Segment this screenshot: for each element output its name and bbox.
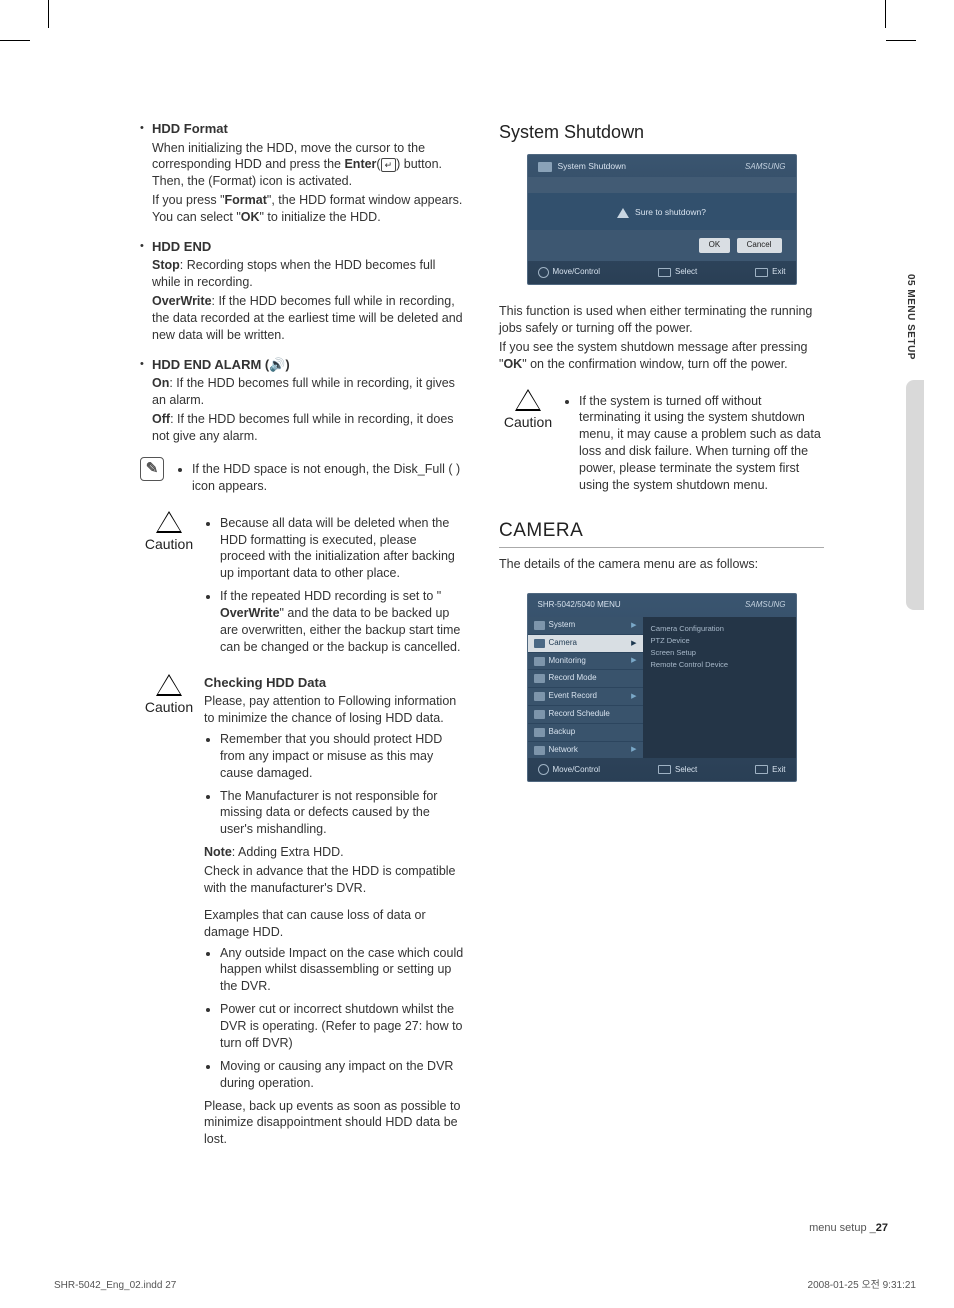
- move-icon: [538, 764, 549, 775]
- select-label: Select: [675, 267, 697, 278]
- menu-item-record-mode[interactable]: Record Mode: [528, 669, 643, 687]
- left-column: • HDD Format When initializing the HDD, …: [140, 120, 465, 1160]
- page-footer: menu setup _27: [809, 1221, 888, 1236]
- brand-logo: SAMSUNG: [745, 600, 785, 611]
- camera-heading: CAMERA: [499, 518, 824, 549]
- caution-label: Caution: [499, 413, 557, 432]
- exit-icon: [755, 765, 768, 774]
- file-name: SHR-5042_Eng_02.indd 27: [54, 1279, 176, 1293]
- bullet-dot: •: [140, 120, 152, 228]
- move-control-label: Move/Control: [553, 267, 601, 278]
- menu-item-system[interactable]: System▶: [528, 617, 643, 634]
- hdd-format-title: HDD Format: [152, 120, 465, 138]
- brand-logo: SAMSUNG: [745, 162, 785, 173]
- submenu-item[interactable]: Remote Control Device: [651, 659, 788, 671]
- dialog-title: System Shutdown: [558, 161, 627, 172]
- menu-item-backup[interactable]: Backup: [528, 723, 643, 741]
- camera-intro: The details of the camera menu are as fo…: [499, 556, 824, 573]
- alert-triangle-icon: [617, 208, 629, 218]
- exit-icon: [755, 268, 768, 277]
- right-column: System Shutdown System Shutdown SAMSUNG …: [499, 120, 824, 1160]
- select-icon: [658, 765, 671, 774]
- exit-label: Exit: [772, 267, 785, 278]
- shutdown-desc1: This function is used when either termin…: [499, 303, 824, 337]
- ok-button[interactable]: OK: [699, 238, 731, 253]
- hdd-end-alarm-title: HDD END ALARM (🔊): [152, 356, 465, 374]
- warning-icon: !: [156, 511, 182, 533]
- shutdown-desc2: If you see the system shutdown message a…: [499, 339, 824, 373]
- hdd-alarm-on: On: If the HDD becomes full while in rec…: [152, 375, 465, 409]
- caution-label: Caution: [140, 698, 198, 717]
- menu-item-record-schedule[interactable]: Record Schedule: [528, 705, 643, 723]
- caution1-list: Because all data will be deleted when th…: [204, 515, 465, 656]
- caution-label: Caution: [140, 535, 198, 554]
- warning-icon: !: [515, 389, 541, 411]
- note-icon: ✎: [140, 457, 164, 481]
- hdd-format-text: When initializing the HDD, move the curs…: [152, 140, 465, 191]
- checking-hdd-title: Checking HDD Data: [204, 674, 465, 692]
- menu-title: SHR-5042/5040 MENU: [538, 600, 621, 611]
- menu-item-camera[interactable]: Camera▶: [528, 634, 643, 652]
- submenu-item[interactable]: Screen Setup: [651, 647, 788, 659]
- hdd-end-stop: Stop: Recording stops when the HDD becom…: [152, 257, 465, 291]
- hdd-end-title: HDD END: [152, 238, 465, 256]
- hdd-alarm-off: Off: If the HDD becomes full while in re…: [152, 411, 465, 445]
- shutdown-caution-text: If the system is turned off without term…: [579, 393, 824, 494]
- system-shutdown-heading: System Shutdown: [499, 120, 824, 144]
- note-extra-hdd: Note: Adding Extra HDD.: [204, 844, 465, 861]
- shutdown-prompt: Sure to shutdown?: [635, 207, 706, 218]
- menu-item-event-record[interactable]: Event Record▶: [528, 687, 643, 705]
- hdd-end-overwrite: OverWrite: If the HDD becomes full while…: [152, 293, 465, 344]
- note-diskfull: If the HDD space is not enough, the Disk…: [192, 461, 465, 495]
- enter-icon: ↵: [381, 158, 397, 172]
- camera-menu-screenshot: SHR-5042/5040 MENU SAMSUNG System▶ Camer…: [527, 593, 797, 782]
- hdd-format-text2: If you press "Format", the HDD format wi…: [152, 192, 465, 226]
- submenu-item[interactable]: Camera Configuration: [651, 623, 788, 635]
- shutdown-dialog: System Shutdown SAMSUNG Sure to shutdown…: [527, 154, 797, 285]
- move-icon: [538, 267, 549, 278]
- dialog-title-icon: [538, 162, 552, 172]
- cancel-button[interactable]: Cancel: [737, 238, 782, 253]
- warning-icon: !: [156, 674, 182, 696]
- menu-item-monitoring[interactable]: Monitoring▶: [528, 652, 643, 670]
- print-timestamp: 2008-01-25 오전 9:31:21: [808, 1279, 916, 1293]
- select-icon: [658, 268, 671, 277]
- menu-item-network[interactable]: Network▶: [528, 741, 643, 759]
- submenu-item[interactable]: PTZ Device: [651, 635, 788, 647]
- checking-intro: Please, pay attention to Following infor…: [204, 693, 465, 727]
